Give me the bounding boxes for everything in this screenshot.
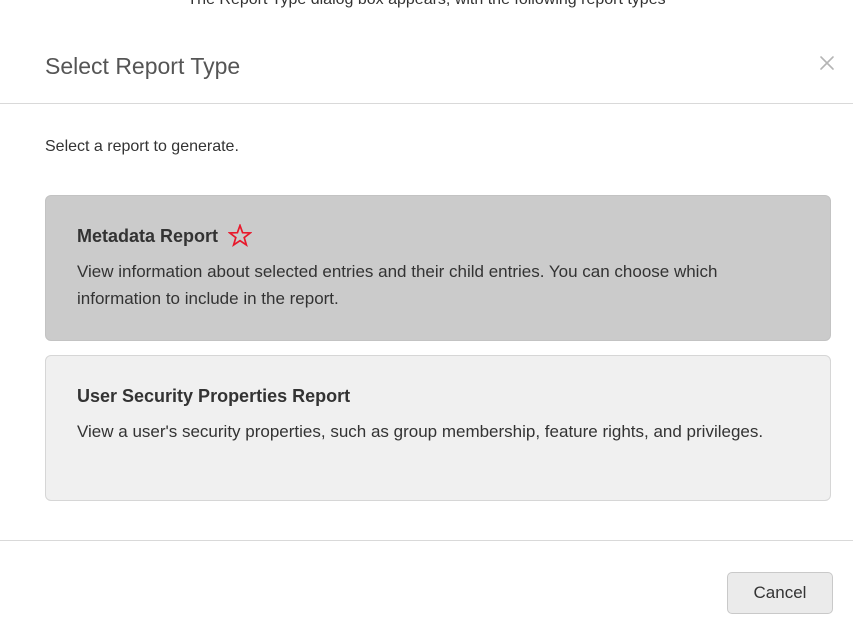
dialog-header: Select Report Type bbox=[0, 22, 853, 104]
clipped-page-text: The Report Type dialog box appears, with… bbox=[0, 0, 853, 14]
clipped-text-line: The Report Type dialog box appears, with… bbox=[0, 0, 853, 9]
close-button[interactable] bbox=[810, 46, 844, 80]
metadata-report-title: Metadata Report bbox=[77, 226, 219, 246]
metadata-report-option[interactable]: Metadata Report View information about s… bbox=[45, 195, 831, 341]
user-security-properties-report-option[interactable]: User Security Properties Report View a u… bbox=[45, 355, 831, 501]
user-security-report-description: View a user's security properties, such … bbox=[77, 422, 764, 441]
option-title-row: User Security Properties Report bbox=[77, 384, 350, 408]
cancel-button[interactable]: Cancel bbox=[727, 572, 833, 614]
option-title-row: Metadata Report bbox=[77, 224, 253, 248]
dialog-footer: Cancel bbox=[0, 540, 853, 626]
metadata-report-description: View information about selected entries … bbox=[77, 262, 718, 308]
close-icon bbox=[820, 56, 834, 70]
star-outline-icon bbox=[228, 224, 253, 248]
user-security-report-title: User Security Properties Report bbox=[77, 386, 351, 406]
report-type-dialog: The Report Type dialog box appears, with… bbox=[0, 0, 853, 626]
dialog-instructions: Select a report to generate. bbox=[45, 138, 239, 155]
dialog-title: Select Report Type bbox=[45, 53, 241, 79]
